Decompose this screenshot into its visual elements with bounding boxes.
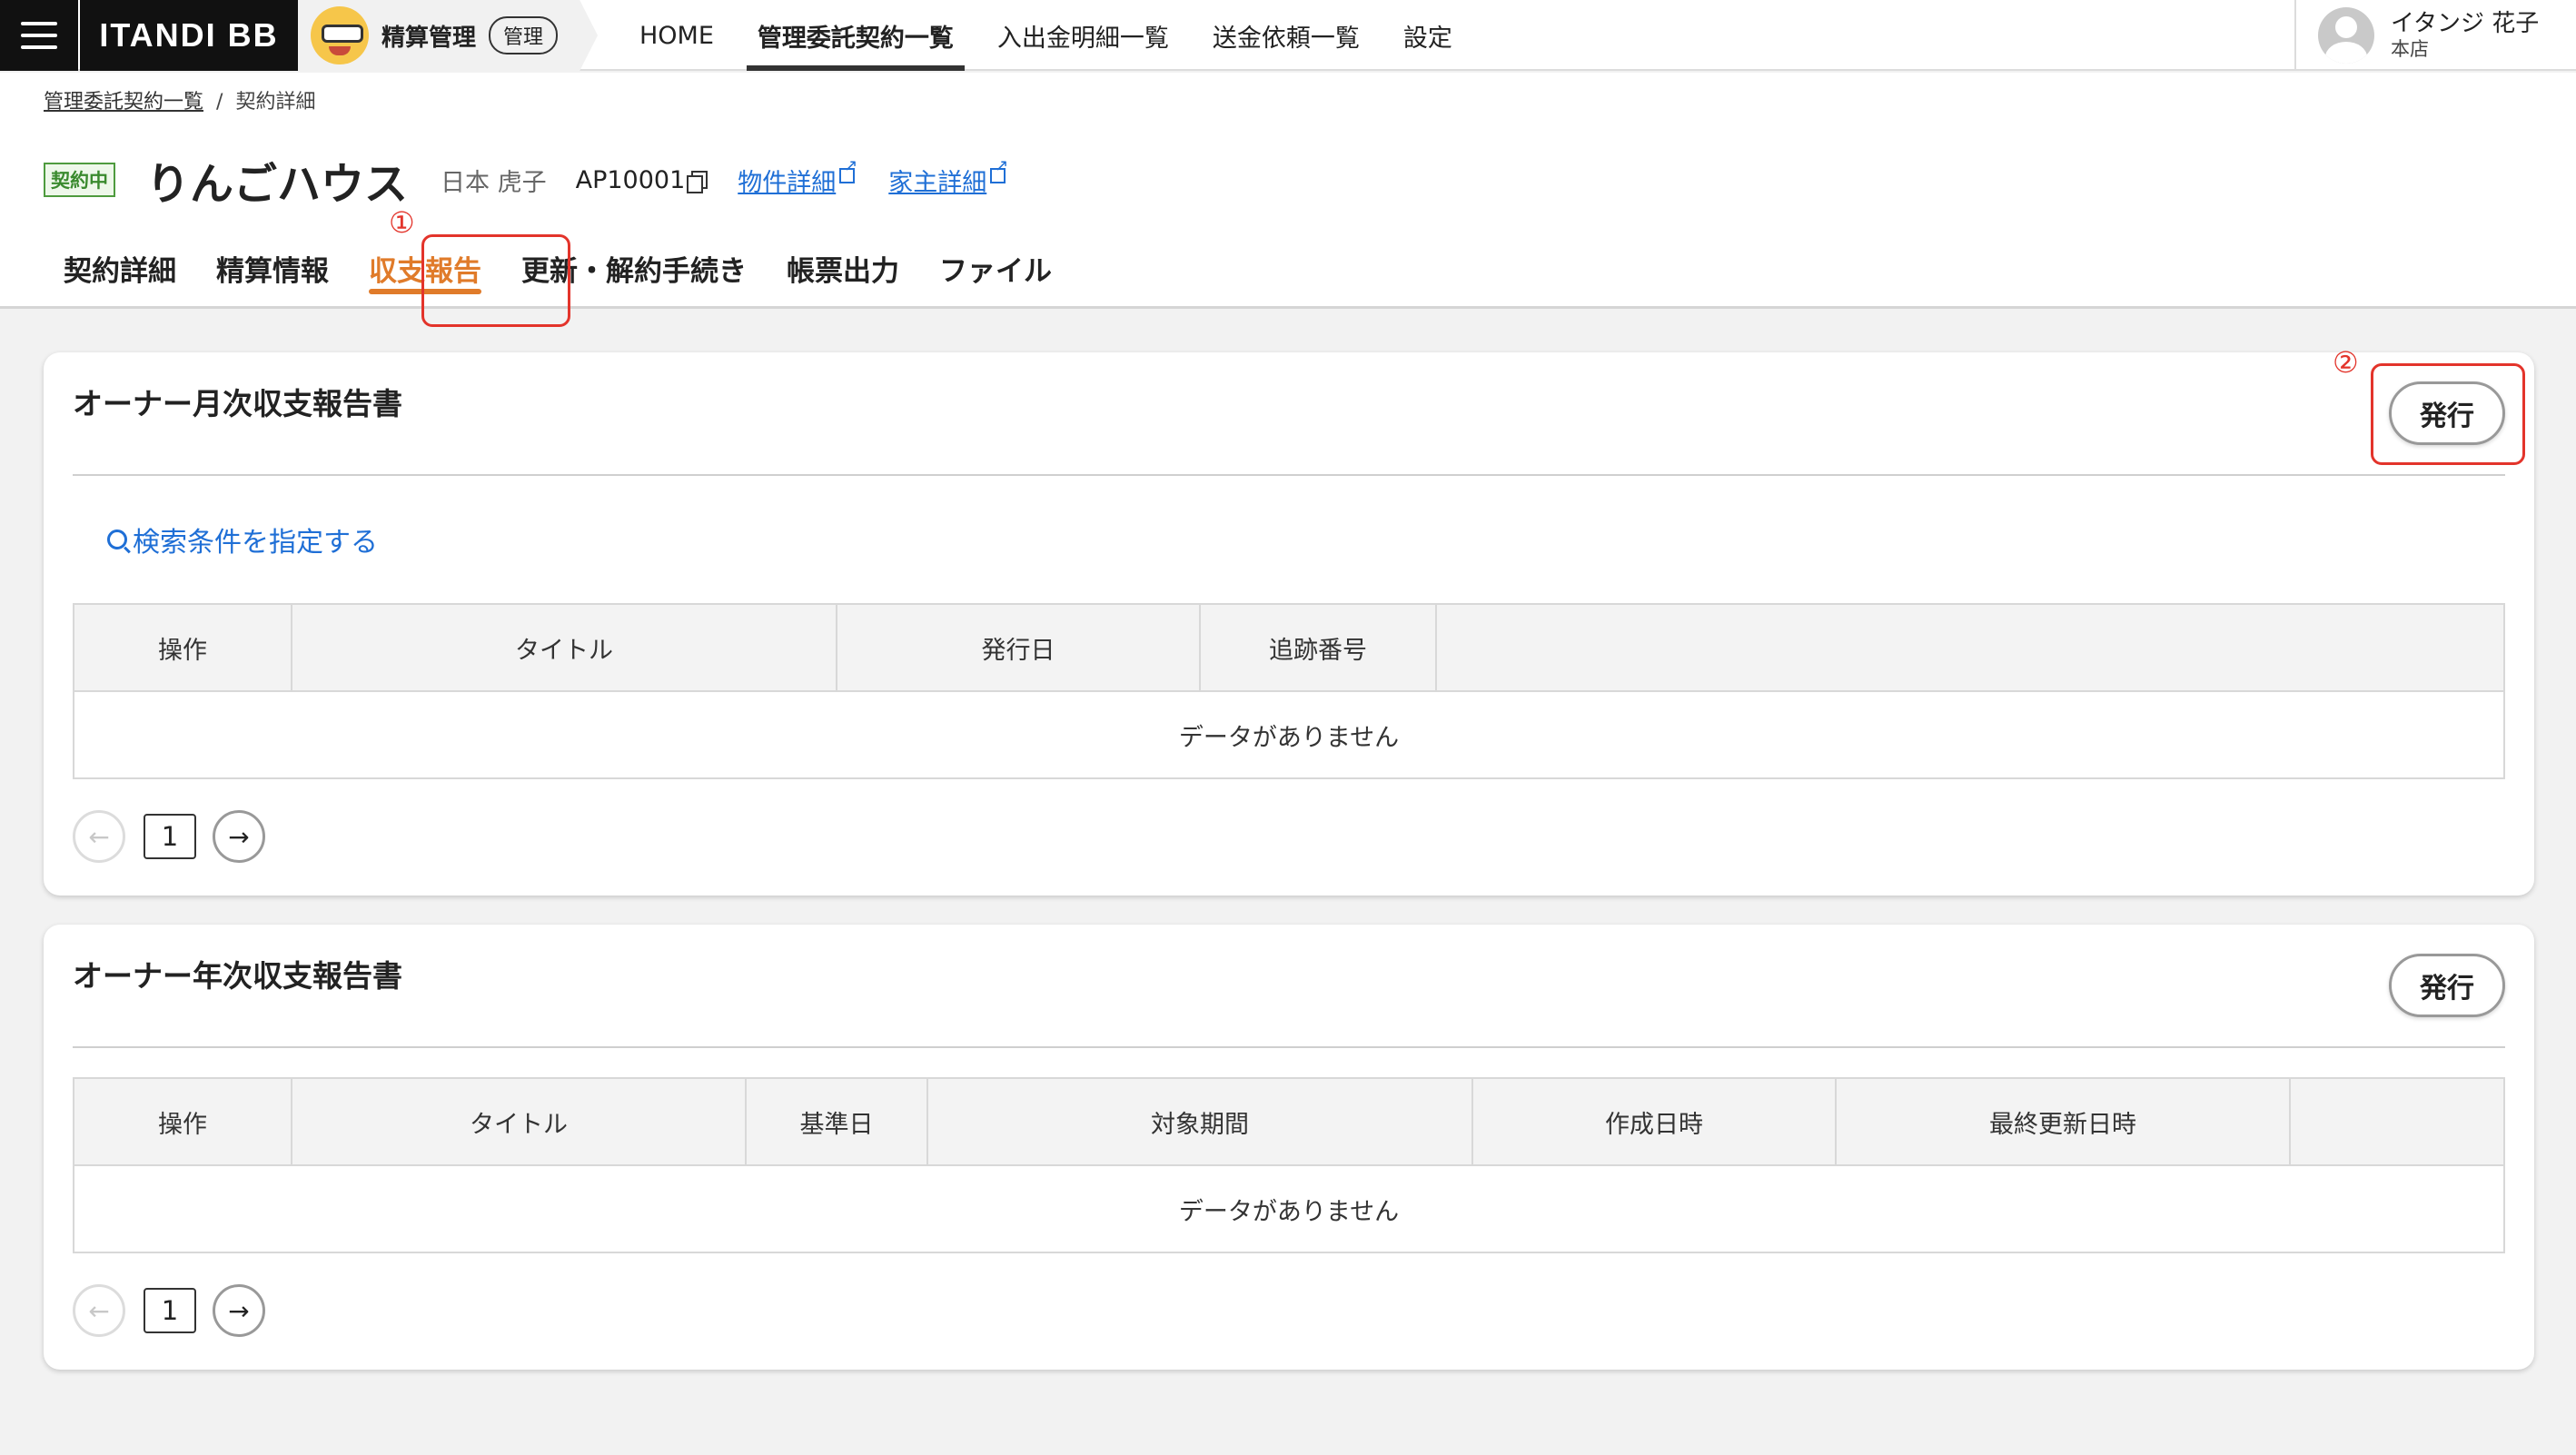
avatar-icon	[2318, 7, 2374, 64]
top-bar: ITANDI BB 精算管理 管理 HOME 管理委託契約一覧 入出金明細一覧 …	[0, 0, 2576, 71]
annotation-number-2: ②	[2333, 345, 2359, 380]
app-switcher[interactable]: 精算管理 管理	[298, 0, 598, 71]
page-title: りんごハウス	[146, 159, 409, 210]
prev-page-arrow-icon[interactable]: ←	[73, 810, 125, 863]
nav-contract-list[interactable]: 管理委託契約一覧	[736, 0, 976, 71]
column-header: 作成日時	[1471, 1077, 1837, 1166]
mascot-icon	[311, 6, 369, 64]
external-link-icon	[839, 156, 857, 183]
breadcrumb-current: 契約詳細	[235, 91, 316, 114]
column-header: 対象期間	[926, 1077, 1473, 1166]
search-conditions-label: 検索条件を指定する	[133, 527, 378, 559]
contract-header: 管理委託契約一覧 / 契約詳細 契約中 りんごハウス 日本 虎子 AP10001 物…	[0, 73, 2576, 309]
nav-home[interactable]: HOME	[618, 0, 736, 71]
contract-id: AP10001	[575, 165, 708, 194]
divider	[73, 474, 2505, 476]
tab-files[interactable]: ファイル	[919, 227, 1072, 309]
user-name: イタンジ 花子	[2391, 9, 2540, 37]
yearly-issue-button[interactable]: 発行	[2389, 954, 2505, 1017]
property-detail-link[interactable]: 物件詳細	[738, 156, 857, 198]
column-header: タイトル	[291, 1077, 747, 1166]
breadcrumb: 管理委託契約一覧 / 契約詳細	[44, 85, 315, 114]
property-detail-label: 物件詳細	[738, 168, 837, 197]
annotation-box-2	[2371, 363, 2525, 465]
user-branch: 本店	[2391, 38, 2429, 60]
owner-name: 日本 虎子	[441, 168, 547, 197]
column-header: 操作	[73, 1077, 292, 1166]
column-header: 操作	[73, 603, 292, 692]
monthly-report-card: オーナー月次収支報告書 発行 検索条件を指定する 操作 タイトル 発行日 追跡番…	[44, 352, 2534, 896]
search-conditions-link[interactable]: 検索条件を指定する	[107, 520, 378, 559]
yearly-report-table: 操作 タイトル 基準日 対象期間 作成日時 最終更新日時 データがありません	[73, 1077, 2505, 1253]
tab-document-output[interactable]: 帳票出力	[767, 227, 919, 309]
app-name: 精算管理	[381, 24, 477, 52]
table-header-row: 操作 タイトル 発行日 追跡番号	[73, 603, 2505, 692]
main-nav: HOME 管理委託契約一覧 入出金明細一覧 送金依頼一覧 設定	[618, 0, 1474, 71]
landlord-detail-link[interactable]: 家主詳細	[888, 156, 1008, 198]
user-menu[interactable]: イタンジ 花子 本店	[2294, 0, 2576, 71]
nav-settings[interactable]: 設定	[1382, 0, 1474, 71]
column-header: 追跡番号	[1199, 603, 1437, 692]
breadcrumb-contract-list[interactable]: 管理委託契約一覧	[44, 91, 203, 114]
empty-message: データがありません	[73, 1164, 2505, 1253]
yearly-pagination: ← 1 →	[73, 1284, 265, 1337]
hamburger-menu-icon[interactable]	[0, 0, 78, 71]
landlord-detail-label: 家主詳細	[888, 168, 987, 197]
next-page-arrow-icon[interactable]: →	[213, 1284, 265, 1337]
monthly-pagination: ← 1 →	[73, 810, 265, 863]
status-badge: 契約中	[44, 163, 115, 197]
column-header	[2289, 1077, 2505, 1166]
yearly-report-card: オーナー年次収支報告書 発行 操作 タイトル 基準日 対象期間 作成日時 最終更…	[44, 925, 2534, 1370]
table-row: データがありません	[73, 690, 2505, 779]
column-header: 最終更新日時	[1835, 1077, 2291, 1166]
copy-icon[interactable]	[687, 171, 708, 193]
column-header: タイトル	[291, 603, 837, 692]
breadcrumb-separator: /	[216, 91, 223, 114]
next-page-arrow-icon[interactable]: →	[213, 810, 265, 863]
nav-transactions[interactable]: 入出金明細一覧	[976, 0, 1191, 71]
column-header	[1435, 603, 2505, 692]
yearly-report-title: オーナー年次収支報告書	[73, 958, 402, 994]
prev-page-arrow-icon[interactable]: ←	[73, 1284, 125, 1337]
table-header-row: 操作 タイトル 基準日 対象期間 作成日時 最終更新日時	[73, 1077, 2505, 1166]
external-link-icon	[990, 156, 1008, 183]
empty-message: データがありません	[73, 690, 2505, 779]
column-header: 発行日	[836, 603, 1201, 692]
tab-contract-detail[interactable]: 契約詳細	[44, 227, 196, 309]
current-page[interactable]: 1	[144, 814, 196, 859]
table-row: データがありません	[73, 1164, 2505, 1253]
nav-remittance[interactable]: 送金依頼一覧	[1191, 0, 1382, 71]
monthly-report-title: オーナー月次収支報告書	[73, 386, 402, 421]
title-row: 契約中 りんごハウス 日本 虎子 AP10001 物件詳細 家主詳細	[44, 151, 1008, 210]
divider	[73, 1046, 2505, 1048]
annotation-box-1	[421, 234, 570, 327]
app-role-badge: 管理	[489, 16, 559, 54]
annotation-number-1: ①	[389, 205, 415, 240]
current-page[interactable]: 1	[144, 1288, 196, 1333]
contract-id-value: AP10001	[575, 165, 686, 194]
search-icon	[107, 530, 127, 549]
brand-logo[interactable]: ITANDI BB	[80, 0, 298, 71]
tab-settlement-info[interactable]: 精算情報	[196, 227, 349, 309]
column-header: 基準日	[745, 1077, 928, 1166]
monthly-report-table: 操作 タイトル 発行日 追跡番号 データがありません	[73, 603, 2505, 779]
